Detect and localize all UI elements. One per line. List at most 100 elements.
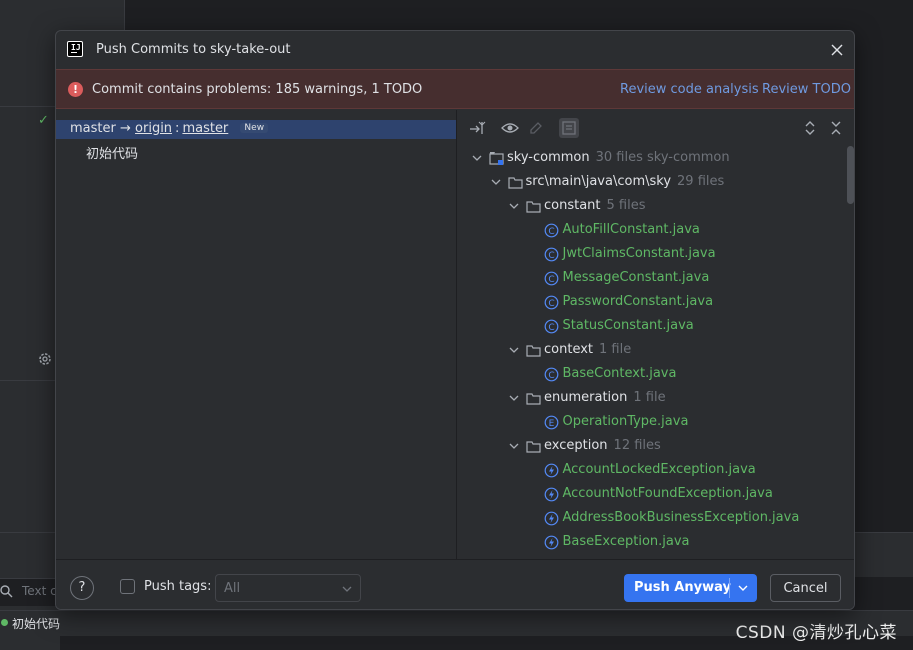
folder-icon <box>507 177 523 189</box>
tree-item-label: OperationType.java <box>563 414 689 429</box>
changes-tree: sky-common 30 files sky-common src\main\ja… <box>457 148 854 559</box>
tree-scrollbar[interactable] <box>847 146 854 204</box>
tree-folder-row[interactable]: context 1 file <box>457 340 854 362</box>
eye-icon[interactable] <box>500 118 520 138</box>
tree-item-label: AutoFillConstant.java <box>563 222 700 237</box>
tree-file-row[interactable]: C BaseContext.java <box>457 364 854 386</box>
svg-text:C: C <box>548 251 554 261</box>
tree-item-name: exception <box>544 438 608 453</box>
tree-item-meta: 1 file <box>599 342 632 357</box>
chevron-down-icon[interactable] <box>509 393 519 403</box>
tree-folder-row[interactable]: constant 5 files <box>457 196 854 218</box>
java-class-icon: C <box>544 223 558 238</box>
svg-text:C: C <box>548 323 554 333</box>
status-commit-text: 初始代码 <box>12 617 61 631</box>
chevron-down-icon[interactable] <box>509 441 519 451</box>
tree-item-label: JwtClaimsConstant.java <box>563 246 716 261</box>
tree-item-label: constant 5 files <box>544 198 646 213</box>
cancel-label: Cancel <box>783 581 828 596</box>
arrow-icon: → <box>119 121 131 136</box>
svg-text:C: C <box>548 227 554 237</box>
remote-branch-link[interactable]: master <box>182 121 228 136</box>
tree-item-name: enumeration <box>544 390 628 405</box>
tags-select[interactable]: All <box>215 574 361 602</box>
expand-collapse-icon[interactable] <box>467 118 487 138</box>
tree-folder-row[interactable]: src\main\java\com\sky 29 files <box>457 172 854 194</box>
collapse-all-icon[interactable] <box>826 118 846 138</box>
folder-icon <box>526 441 541 453</box>
tree-file-row[interactable]: C PasswordConstant.java <box>457 292 854 314</box>
tree-folder-row[interactable]: exception 12 files <box>457 436 854 458</box>
search-icon <box>0 585 13 598</box>
check-icon: ✓ <box>38 113 49 128</box>
local-branch: master <box>70 121 116 136</box>
folder-icon <box>526 393 541 405</box>
close-icon[interactable] <box>830 43 844 57</box>
java-class-icon: C <box>544 319 558 334</box>
review-code-analysis-link[interactable]: Review code analysis <box>620 82 759 97</box>
dialog-title: Push Commits to sky-take-out <box>96 42 291 57</box>
tree-file-row[interactable]: BaseException.java <box>457 532 854 554</box>
push-commits-dialog: IJ Push Commits to sky-take-out ! Commit… <box>55 30 855 610</box>
push-options-dropdown[interactable] <box>730 574 757 602</box>
remote-name-link[interactable]: origin <box>135 121 172 136</box>
tree-file-row[interactable]: E OperationType.java <box>457 412 854 434</box>
tree-item-name: PasswordConstant.java <box>562 294 714 309</box>
chevron-down-icon[interactable] <box>472 153 482 163</box>
group-icon[interactable] <box>559 118 579 138</box>
svg-text:C: C <box>548 371 554 381</box>
problems-message: Commit contains problems: 185 warnings, … <box>92 82 423 97</box>
java-exception-icon <box>544 463 558 478</box>
java-class-icon: C <box>544 295 558 310</box>
tree-item-meta: 30 files sky-common <box>595 150 730 165</box>
tree-file-row[interactable]: C JwtClaimsConstant.java <box>457 244 854 266</box>
tree-item-name: AccountLockedException.java <box>562 462 756 477</box>
tree-item-name: BaseException.java <box>562 534 690 549</box>
java-exception-icon <box>544 487 558 502</box>
tree-file-row[interactable]: AddressBookBusinessException.java <box>457 508 854 530</box>
tags-select-value: All <box>224 581 241 596</box>
tree-folder-row[interactable]: enumeration 1 file <box>457 388 854 410</box>
tree-file-row[interactable]: C StatusConstant.java <box>457 316 854 338</box>
expand-all-icon[interactable] <box>800 118 820 138</box>
branch-row[interactable]: master → origin: master New <box>56 120 456 139</box>
tree-file-row[interactable]: C AutoFillConstant.java <box>457 220 854 242</box>
help-button[interactable]: ? <box>70 576 94 600</box>
tree-item-name: src\main\java\com\sky <box>525 174 672 189</box>
push-tags-checkbox[interactable] <box>120 579 135 594</box>
intellij-logo-icon: IJ <box>67 41 83 57</box>
tree-item-meta: 12 files <box>613 438 661 453</box>
tree-item-label: BaseContext.java <box>563 366 677 381</box>
changes-pane: sky-common 30 files sky-common src\main\ja… <box>457 110 854 559</box>
tree-file-row[interactable]: AccountLockedException.java <box>457 460 854 482</box>
tree-item-label: AccountLockedException.java <box>563 462 756 477</box>
tree-item-name: constant <box>544 198 601 213</box>
commits-pane: master → origin: master New 初始代码 <box>56 110 457 559</box>
svg-text:C: C <box>548 299 554 309</box>
tree-item-name: AccountNotFoundException.java <box>562 486 773 501</box>
push-anyway-label: Push Anyway <box>634 580 731 595</box>
chevron-down-icon <box>738 585 748 591</box>
tree-item-label: AccountNotFoundException.java <box>563 486 773 501</box>
svg-text:E: E <box>548 419 554 429</box>
java-class-icon: C <box>544 367 558 382</box>
cancel-button[interactable]: Cancel <box>770 574 841 602</box>
java-class-icon: C <box>544 271 558 286</box>
commit-item[interactable]: 初始代码 <box>86 143 138 162</box>
chevron-down-icon[interactable] <box>509 345 519 355</box>
chevron-down-icon[interactable] <box>509 201 519 211</box>
module-folder-icon <box>489 152 504 165</box>
java-exception-icon <box>544 535 558 550</box>
push-anyway-button[interactable]: Push Anyway <box>624 574 757 602</box>
gear-icon[interactable] <box>37 351 53 367</box>
tree-item-label: context 1 file <box>544 342 631 357</box>
tree-file-row[interactable]: C MessageConstant.java <box>457 268 854 290</box>
ide-top-strip <box>60 0 125 30</box>
tree-file-row[interactable]: AccountNotFoundException.java <box>457 484 854 506</box>
svg-text:C: C <box>548 275 554 285</box>
chevron-down-icon[interactable] <box>491 177 501 187</box>
review-todo-link[interactable]: Review TODO <box>762 82 851 97</box>
tree-folder-row[interactable]: sky-common 30 files sky-common <box>457 148 854 170</box>
edit-icon[interactable] <box>526 118 546 138</box>
error-icon: ! <box>68 82 83 97</box>
